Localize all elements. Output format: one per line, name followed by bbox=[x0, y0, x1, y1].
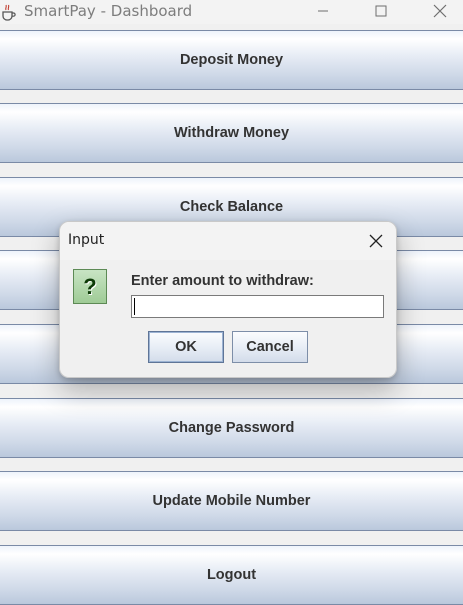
ok-button[interactable]: OK bbox=[148, 331, 224, 363]
withdraw-money-button[interactable]: Withdraw Money bbox=[0, 103, 463, 163]
java-cup-icon bbox=[0, 3, 16, 21]
cancel-label: Cancel bbox=[246, 339, 294, 355]
ok-label: OK bbox=[175, 339, 197, 355]
deposit-money-label: Deposit Money bbox=[179, 52, 284, 68]
cancel-button[interactable]: Cancel bbox=[232, 331, 308, 363]
change-password-button[interactable]: Change Password bbox=[0, 398, 463, 458]
withdraw-prompt: Enter amount to withdraw: bbox=[131, 273, 314, 289]
check-balance-label: Check Balance bbox=[179, 199, 284, 215]
update-mobile-number-button[interactable]: Update Mobile Number bbox=[0, 471, 463, 531]
window-title: SmartPay - Dashboard bbox=[24, 2, 193, 20]
change-password-label: Change Password bbox=[168, 420, 295, 436]
logout-button[interactable]: Logout bbox=[0, 545, 463, 605]
withdraw-amount-input[interactable] bbox=[131, 295, 384, 318]
dialog-titlebar[interactable]: Input bbox=[60, 222, 396, 260]
logout-label: Logout bbox=[206, 567, 257, 583]
question-icon: ? bbox=[73, 269, 107, 304]
question-glyph: ? bbox=[83, 273, 97, 299]
text-caret bbox=[134, 298, 135, 315]
minimize-icon[interactable] bbox=[300, 0, 346, 22]
dialog-close-icon[interactable] bbox=[362, 228, 390, 254]
deposit-money-button[interactable]: Deposit Money bbox=[0, 30, 463, 90]
window-titlebar[interactable]: SmartPay - Dashboard bbox=[0, 0, 463, 24]
withdraw-money-label: Withdraw Money bbox=[173, 125, 290, 141]
dialog-title: Input bbox=[68, 232, 105, 248]
update-mobile-number-label: Update Mobile Number bbox=[152, 493, 311, 509]
close-icon[interactable] bbox=[417, 0, 463, 22]
maximize-icon[interactable] bbox=[358, 0, 404, 22]
input-dialog: Input ? Enter amount to withdraw: OK Can… bbox=[59, 221, 397, 378]
